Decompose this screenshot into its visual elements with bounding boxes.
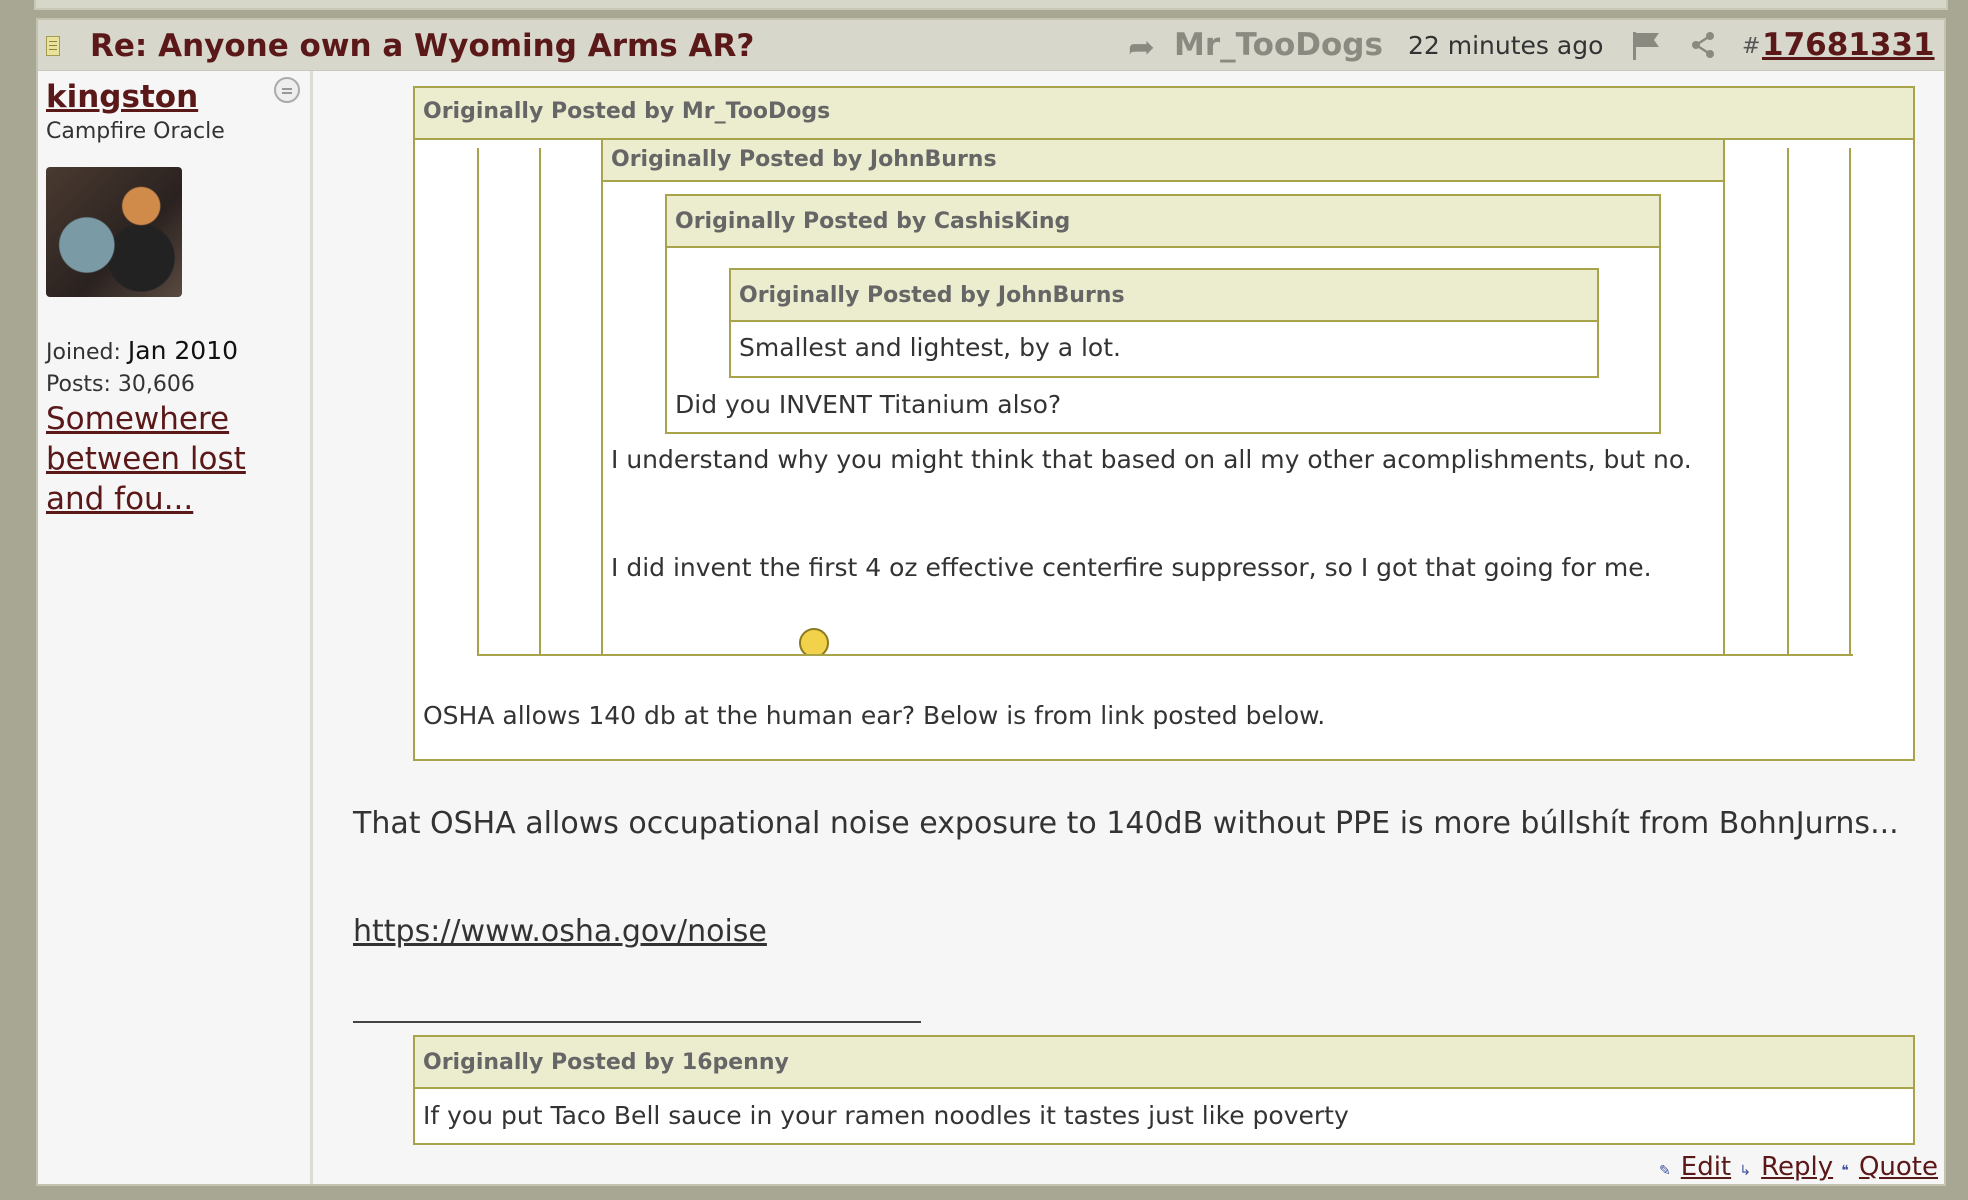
previous-post-edge xyxy=(0,0,1968,18)
post-body-text: That OSHA allows occupational noise expo… xyxy=(353,806,1899,841)
quote-level3: Originally Posted by CashisKing Original… xyxy=(665,194,1661,434)
avatar[interactable] xyxy=(46,167,182,297)
joined-label: Joined: xyxy=(46,340,121,365)
post-number-link[interactable]: 17681331 xyxy=(1762,27,1935,63)
quote-outer-head: Originally Posted by Mr_TooDogs xyxy=(415,88,1913,140)
nest-border-line xyxy=(1787,148,1789,656)
post-header: Re: Anyone own a Wyoming Arms AR? ➦ Mr_T… xyxy=(38,20,1944,71)
post-time: 22 minutes ago xyxy=(1408,31,1604,60)
reply-link[interactable]: Reply xyxy=(1761,1152,1833,1182)
user-location-link[interactable]: Somewhere between lost and fou... xyxy=(46,399,306,519)
signature-quote-head: Originally Posted by 16penny xyxy=(415,1037,1913,1089)
quote-level4-text: Smallest and lightest, by a lot. xyxy=(739,333,1121,362)
username-link[interactable]: kingston xyxy=(46,79,198,115)
quote-level4: Originally Posted by JohnBurns Smallest … xyxy=(729,268,1599,378)
smiley-icon xyxy=(799,628,829,656)
quote-level2-head: Originally Posted by JohnBurns xyxy=(603,140,1723,182)
post-title: Re: Anyone own a Wyoming Arms AR? xyxy=(90,28,755,64)
quote-outer-text: OSHA allows 140 db at the human ear? Bel… xyxy=(423,701,1326,730)
user-sidebar: kingston Campfire Oracle Joined: Jan 201… xyxy=(38,71,313,1184)
offline-status-icon xyxy=(274,77,300,103)
quote-level2: Originally Posted by JohnBurns Originall… xyxy=(601,140,1725,656)
quote-level4-head: Originally Posted by JohnBurns xyxy=(731,270,1597,322)
quote-level3-text: Did you INVENT Titanium also? xyxy=(675,390,1062,419)
edit-icon: ✎ xyxy=(1659,1163,1671,1179)
nest-border-line xyxy=(539,148,541,656)
reply-icon: ↳ xyxy=(1739,1163,1752,1179)
flag-icon[interactable] xyxy=(1630,31,1662,61)
signature-quote-text: If you put Taco Bell sauce in your ramen… xyxy=(423,1101,1349,1130)
nest-border-line xyxy=(477,148,479,656)
forum-post: Re: Anyone own a Wyoming Arms AR? ➦ Mr_T… xyxy=(36,18,1946,1186)
posts-stat: Posts: 30,606 xyxy=(46,372,195,397)
post-content: Originally Posted by Mr_TooDogs Original… xyxy=(313,71,1944,1184)
reply-arrow-icon: ➦ xyxy=(1128,28,1155,66)
reply-to-author[interactable]: Mr_TooDogs xyxy=(1174,27,1383,63)
quote-icon: ❝ xyxy=(1841,1163,1849,1179)
post-actions: ✎ Edit ↳ Reply ❝ Quote xyxy=(1659,1152,1938,1182)
quote-level2-text-1: I understand why you might think that ba… xyxy=(611,445,1692,474)
nested-quote-scroll[interactable]: Originally Posted by JohnBurns Originall… xyxy=(415,140,1913,656)
posts-label: Posts: xyxy=(46,372,111,397)
quote-outer: Originally Posted by Mr_TooDogs Original… xyxy=(413,86,1915,761)
edit-link[interactable]: Edit xyxy=(1681,1152,1731,1182)
nest-bottom-border xyxy=(477,654,1853,656)
user-rank: Campfire Oracle xyxy=(46,119,225,144)
joined-stat: Joined: Jan 2010 xyxy=(46,336,238,365)
quote-level2-text-2: I did invent the first 4 oz effective ce… xyxy=(611,553,1652,582)
osha-link[interactable]: https://www.osha.gov/noise xyxy=(353,914,767,949)
share-icon[interactable] xyxy=(1690,31,1716,59)
posts-value: 30,606 xyxy=(117,372,195,397)
signature-quote: Originally Posted by 16penny If you put … xyxy=(413,1035,1915,1145)
joined-value: Jan 2010 xyxy=(127,336,239,365)
signature-divider xyxy=(353,1021,921,1023)
nest-border-line xyxy=(1849,148,1851,656)
document-icon xyxy=(46,36,60,56)
post-number-hash: # xyxy=(1742,34,1761,59)
quote-link[interactable]: Quote xyxy=(1859,1152,1938,1182)
quote-level3-head: Originally Posted by CashisKing xyxy=(667,196,1659,248)
